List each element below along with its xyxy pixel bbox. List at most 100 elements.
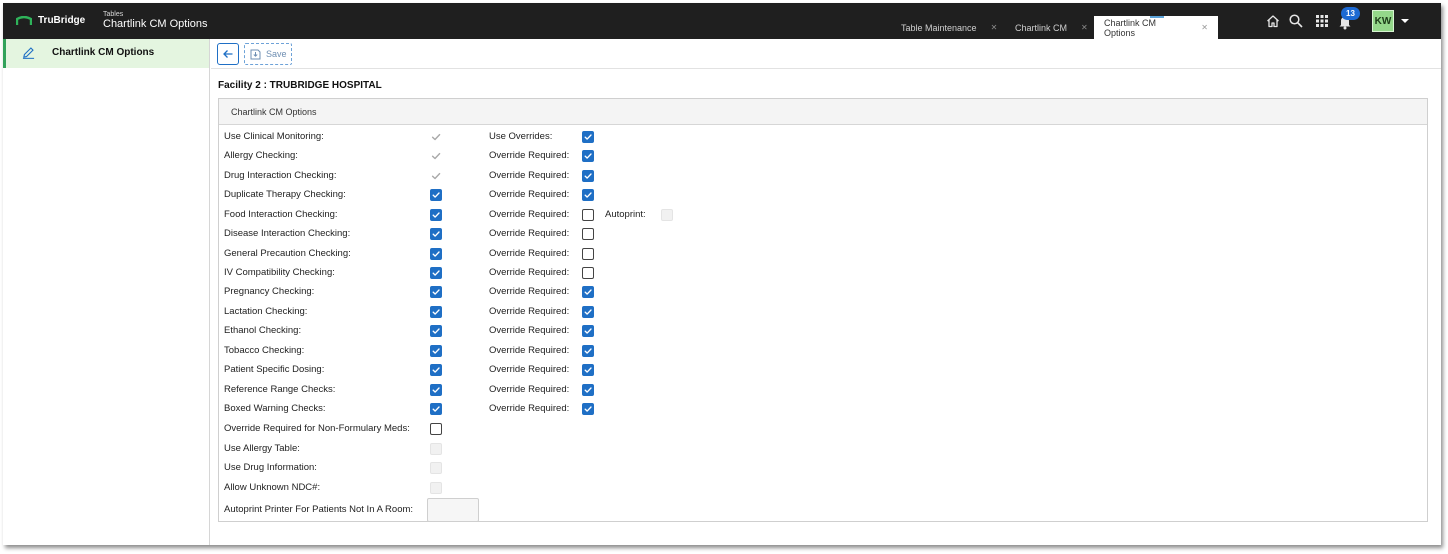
option-row: Allergy Checking: Override Required: [219, 148, 1427, 166]
override-label: Override Required: [489, 345, 570, 356]
override-label: Use Overrides: [489, 131, 553, 142]
option-checkbox[interactable] [430, 423, 442, 435]
override-checkbox[interactable] [582, 150, 594, 162]
sidebar-item-chartlink-cm-options[interactable]: Chartlink CM Options [3, 39, 209, 68]
option-checkbox [430, 482, 442, 494]
autoprint-label: Autoprint: [605, 209, 646, 220]
option-checkbox[interactable] [430, 384, 442, 396]
option-checkbox[interactable] [430, 403, 442, 415]
option-checkbox[interactable] [430, 248, 442, 260]
option-row: IV Compatibility Checking: Override Requi… [219, 265, 1427, 283]
option-label: Pregnancy Checking: [224, 286, 315, 297]
notification-badge[interactable]: 13 [1341, 7, 1360, 20]
apps-grid-icon[interactable] [1314, 13, 1330, 29]
avatar[interactable]: KW [1372, 10, 1394, 32]
option-checkbox [430, 131, 442, 143]
option-label: Disease Interaction Checking: [224, 228, 351, 239]
option-label: Patient Specific Dosing: [224, 364, 325, 375]
close-icon[interactable]: ✕ [1201, 23, 1208, 32]
option-row: Pregnancy Checking: Override Required: [219, 284, 1427, 302]
save-icon [250, 49, 261, 59]
override-label: Override Required: [489, 267, 570, 278]
option-row: Drug Interaction Checking: Override Requi… [219, 168, 1427, 186]
option-row: Food Interaction Checking: Override Requi… [219, 207, 1427, 225]
option-row: Use Drug Information: [219, 460, 1427, 478]
override-checkbox[interactable] [582, 325, 594, 337]
override-checkbox[interactable] [582, 248, 594, 260]
override-label: Override Required: [489, 150, 570, 161]
option-label: Use Allergy Table: [224, 443, 300, 454]
tab-label: Chartlink CM Options [1104, 17, 1157, 38]
option-checkbox[interactable] [430, 345, 442, 357]
option-label: General Precaution Checking: [224, 248, 351, 259]
option-row: Override Required for Non-Formulary Meds… [219, 421, 1427, 439]
option-label: Ethanol Checking: [224, 325, 302, 336]
chevron-down-icon[interactable] [1401, 19, 1409, 23]
override-checkbox[interactable] [582, 189, 594, 201]
save-button-label: Save [266, 49, 287, 59]
override-label: Override Required: [489, 325, 570, 336]
override-checkbox[interactable] [582, 267, 594, 279]
override-label: Override Required: [489, 384, 570, 395]
override-label: Override Required: [489, 403, 570, 414]
override-checkbox[interactable] [582, 345, 594, 357]
override-label: Override Required: [489, 364, 570, 375]
override-label: Override Required: [489, 286, 570, 297]
option-checkbox [430, 150, 442, 162]
sidebar: Chartlink CM Options [3, 39, 210, 545]
search-icon[interactable] [1288, 13, 1304, 29]
override-checkbox[interactable] [582, 286, 594, 298]
option-checkbox[interactable] [430, 228, 442, 240]
override-checkbox[interactable] [582, 384, 594, 396]
option-label: Reference Range Checks: [224, 384, 336, 395]
override-checkbox[interactable] [582, 131, 594, 143]
brand-name: TruBridge [38, 15, 86, 26]
option-label: IV Compatibility Checking: [224, 267, 335, 278]
override-checkbox[interactable] [582, 228, 594, 240]
trubridge-logo-icon [16, 15, 32, 25]
option-row: Use Clinical Monitoring: Use Overrides: [219, 129, 1427, 147]
option-checkbox[interactable] [430, 209, 442, 221]
option-row: Patient Specific Dosing: Override Require… [219, 362, 1427, 380]
option-checkbox[interactable] [430, 189, 442, 201]
override-checkbox[interactable] [582, 306, 594, 318]
override-checkbox[interactable] [582, 209, 594, 221]
tab-chartlink-cm-options[interactable]: Chartlink CM Options ✕ [1094, 16, 1218, 39]
option-checkbox[interactable] [430, 364, 442, 376]
option-row: Lactation Checking: Override Required: [219, 304, 1427, 322]
panel-header: Chartlink CM Options [219, 99, 1427, 125]
option-checkbox [430, 462, 442, 474]
tab-table-maintenance[interactable]: Table Maintenance ✕ [891, 16, 1007, 39]
option-checkbox[interactable] [430, 267, 442, 279]
brand[interactable]: TruBridge [16, 15, 85, 26]
page-title: Chartlink CM Options [103, 18, 208, 30]
option-row: Ethanol Checking: Override Required: [219, 323, 1427, 341]
option-label: Use Clinical Monitoring: [224, 131, 324, 142]
save-button[interactable]: Save [244, 43, 292, 65]
option-label: Use Drug Information: [224, 462, 317, 473]
panel-title: Chartlink CM Options [231, 107, 317, 117]
autoprint-printer-input[interactable] [427, 498, 479, 522]
override-label: Override Required: [489, 306, 570, 317]
option-checkbox[interactable] [430, 286, 442, 298]
option-row: Reference Range Checks: Override Required… [219, 382, 1427, 400]
override-checkbox[interactable] [582, 364, 594, 376]
option-checkbox[interactable] [430, 325, 442, 337]
override-label: Override Required: [489, 209, 570, 220]
override-checkbox[interactable] [582, 403, 594, 415]
printer-row: Autoprint Printer For Patients Not In A … [219, 502, 1427, 520]
override-checkbox[interactable] [582, 170, 594, 182]
tab-chartlink-cm[interactable]: Chartlink CM ✕ [1005, 16, 1098, 39]
home-icon[interactable] [1265, 13, 1281, 29]
option-checkbox[interactable] [430, 306, 442, 318]
top-header: TruBridge Tables Chartlink CM Options Ta… [3, 3, 1441, 39]
close-icon[interactable]: ✕ [991, 23, 998, 32]
option-label: Allow Unknown NDC#: [224, 482, 321, 493]
option-label: Lactation Checking: [224, 306, 308, 317]
override-label: Override Required: [489, 248, 570, 259]
back-button[interactable] [217, 43, 239, 65]
option-label: Override Required for Non-Formulary Meds… [224, 423, 410, 434]
close-icon[interactable]: ✕ [1081, 23, 1088, 32]
toolbar: Save [211, 39, 1441, 69]
option-row: Disease Interaction Checking: Override Re… [219, 226, 1427, 244]
